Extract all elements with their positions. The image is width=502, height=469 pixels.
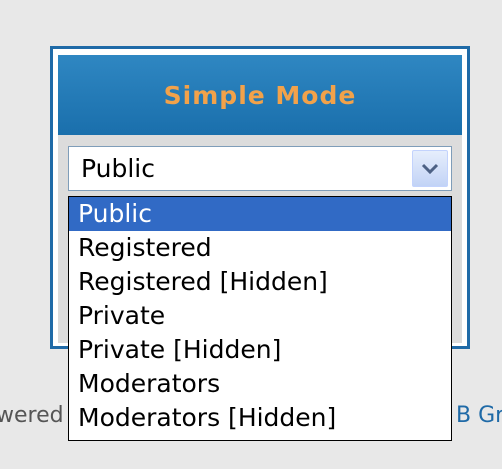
footer-text-left: wered <box>0 403 64 428</box>
option-registered[interactable]: Registered <box>69 231 451 265</box>
panel-header: Simple Mode <box>58 55 462 135</box>
dropdown-arrow-button[interactable] <box>412 150 448 187</box>
permission-dropdown-list[interactable]: Public Registered Registered [Hidden] Pr… <box>68 196 452 441</box>
chevron-down-icon <box>421 163 439 174</box>
permission-select[interactable]: Public <box>68 146 452 191</box>
option-registered-hidden[interactable]: Registered [Hidden] <box>69 265 451 299</box>
option-public[interactable]: Public <box>69 197 451 231</box>
panel-title: Simple Mode <box>163 80 357 110</box>
option-moderators-hidden[interactable]: Moderators [Hidden] <box>69 401 451 435</box>
select-current-value: Public <box>81 154 155 183</box>
footer-link-right[interactable]: B Gr <box>456 403 502 428</box>
option-private[interactable]: Private <box>69 299 451 333</box>
option-moderators[interactable]: Moderators <box>69 367 451 401</box>
option-private-hidden[interactable]: Private [Hidden] <box>69 333 451 367</box>
